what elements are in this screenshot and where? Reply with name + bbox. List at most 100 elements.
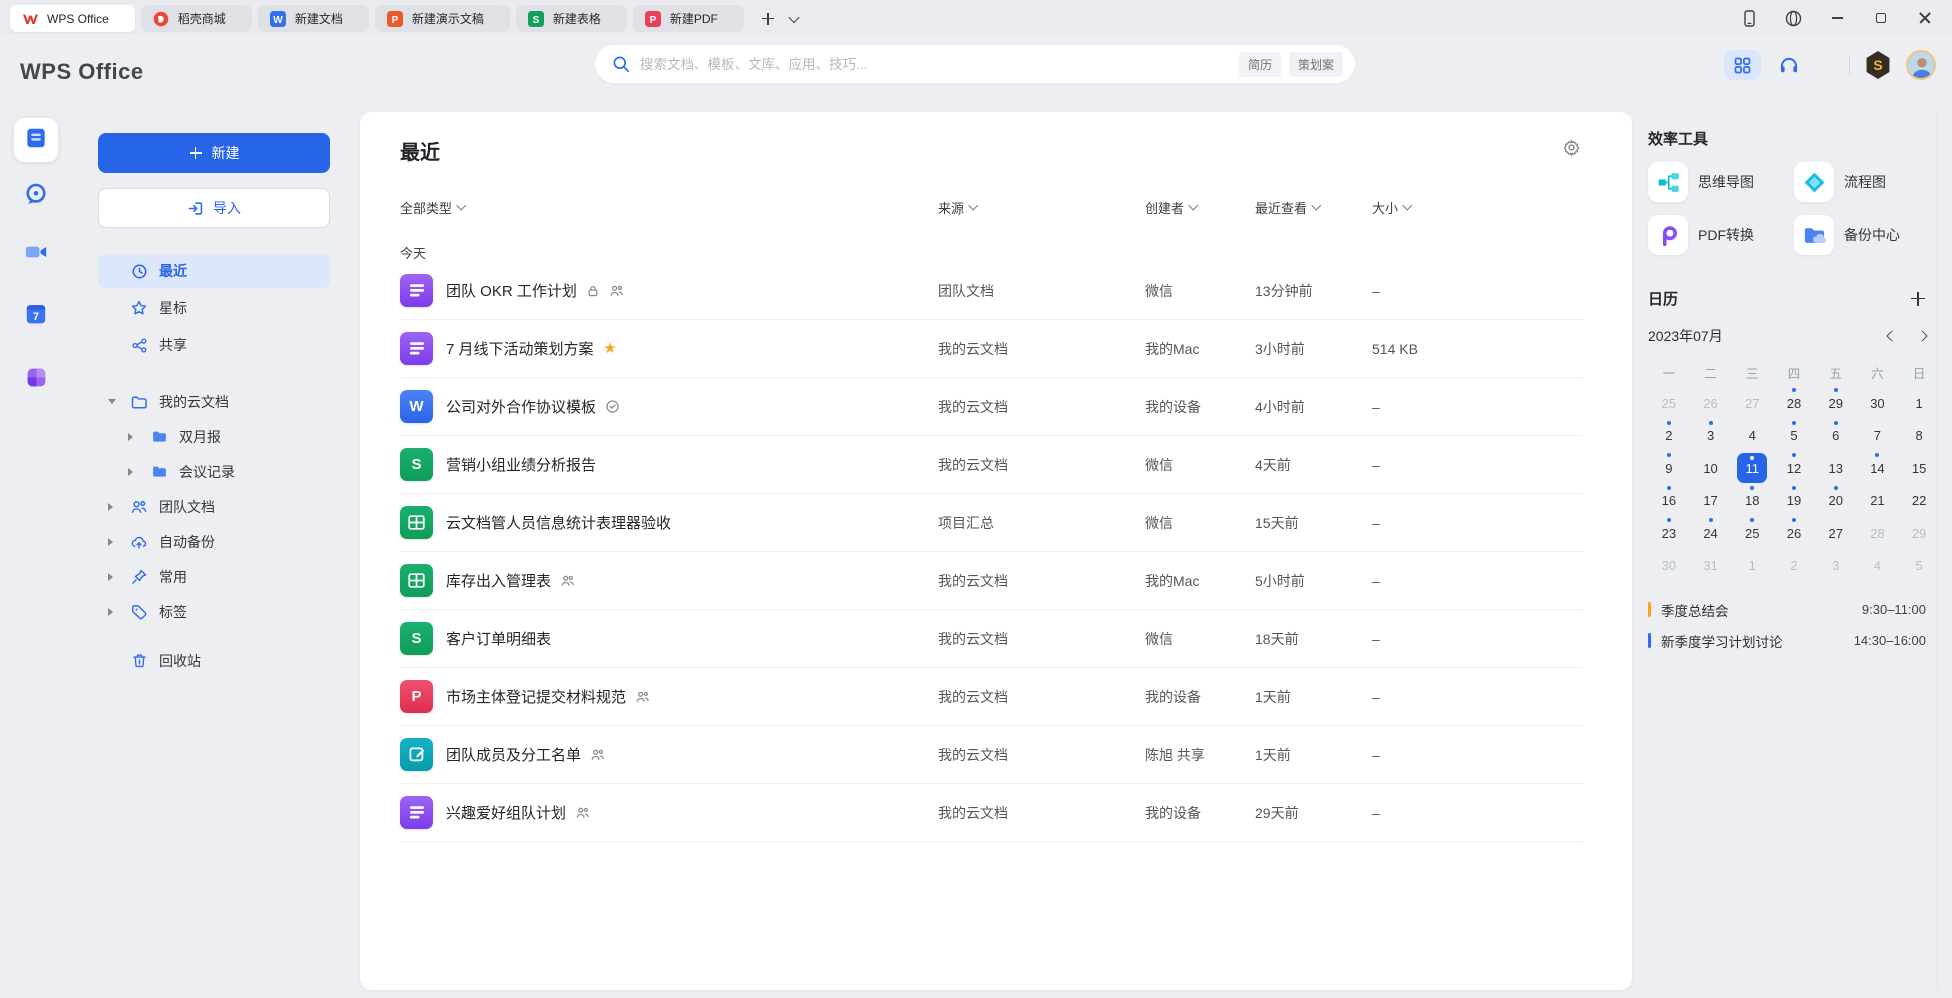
filter-type[interactable]: 全部类型 bbox=[400, 198, 465, 217]
file-row[interactable]: S客户订单明细表我的云文档微信18天前– bbox=[400, 610, 1582, 668]
caret-right-icon[interactable] bbox=[108, 503, 120, 511]
calendar-day[interactable]: 21 bbox=[1857, 485, 1899, 518]
calendar-day[interactable]: 5 bbox=[1898, 550, 1940, 583]
membership-badge[interactable]: S bbox=[1865, 51, 1891, 79]
calendar-day[interactable]: 4 bbox=[1857, 550, 1899, 583]
file-row[interactable]: 云文档管人员信息统计表理器验收项目汇总微信15天前– bbox=[400, 494, 1582, 552]
tree-item-frequent[interactable]: 常用 bbox=[72, 559, 360, 594]
calendar-day[interactable]: 22 bbox=[1898, 485, 1940, 518]
support-headset-button[interactable] bbox=[1776, 52, 1802, 78]
calendar-day[interactable]: 26 bbox=[1773, 517, 1815, 550]
close-button[interactable] bbox=[1916, 9, 1934, 27]
caret-right-icon[interactable] bbox=[108, 608, 120, 616]
calendar-event[interactable]: 季度总结会9:30–11:00 bbox=[1648, 594, 1940, 625]
tree-item-meeting-notes[interactable]: 会议记录 bbox=[72, 454, 360, 489]
calendar-day[interactable]: 3 bbox=[1815, 550, 1857, 583]
filter-creator[interactable]: 创建者 bbox=[1145, 198, 1197, 217]
calendar-prev-month-button[interactable] bbox=[1886, 330, 1897, 341]
settings-gear-button[interactable] bbox=[1562, 138, 1582, 158]
search-input[interactable] bbox=[640, 57, 1231, 72]
calendar-day[interactable]: 6 bbox=[1815, 420, 1857, 453]
calendar-next-month-button[interactable] bbox=[1916, 330, 1927, 341]
calendar-day[interactable]: 29 bbox=[1898, 517, 1940, 550]
file-row[interactable]: 库存出入管理表我的云文档我的Mac5小时前– bbox=[400, 552, 1582, 610]
add-event-button[interactable] bbox=[1910, 291, 1926, 307]
tool-flowchart[interactable]: 流程图 bbox=[1794, 162, 1940, 202]
calendar-day[interactable]: 12 bbox=[1773, 452, 1815, 485]
tab-new-sheet[interactable]: S新建表格 bbox=[516, 5, 627, 32]
tab-wps-office[interactable]: WPS Office bbox=[10, 5, 135, 32]
file-row[interactable]: S营销小组业绩分析报告我的云文档微信4天前– bbox=[400, 436, 1582, 494]
filter-source[interactable]: 来源 bbox=[938, 198, 977, 217]
file-row[interactable]: 兴趣爱好组队计划我的云文档我的设备29天前– bbox=[400, 784, 1582, 842]
caret-right-icon[interactable] bbox=[128, 433, 140, 441]
sidebar-item-recent[interactable]: 最近 bbox=[98, 254, 330, 288]
sidebar-item-shared[interactable]: 共享 bbox=[98, 328, 330, 362]
tree-item-my-cloud-docs[interactable]: 我的云文档 bbox=[72, 384, 360, 419]
calendar-day[interactable]: 1 bbox=[1898, 387, 1940, 420]
calendar-day[interactable]: 10 bbox=[1690, 452, 1732, 485]
calendar-day[interactable]: 28 bbox=[1773, 387, 1815, 420]
user-avatar[interactable] bbox=[1906, 50, 1936, 80]
apps-grid-button[interactable] bbox=[1724, 50, 1761, 80]
tool-pdf-convert[interactable]: PDF转换 bbox=[1648, 215, 1794, 255]
calendar-day[interactable]: 2 bbox=[1773, 550, 1815, 583]
main-menu-button[interactable] bbox=[1817, 52, 1834, 78]
calendar-day[interactable]: 30 bbox=[1857, 387, 1899, 420]
calendar-day[interactable]: 25 bbox=[1648, 387, 1690, 420]
search-bar[interactable]: 简历 策划案 bbox=[595, 45, 1355, 83]
calendar-day[interactable]: 19 bbox=[1773, 485, 1815, 518]
tree-item-auto-backup[interactable]: 自动备份 bbox=[72, 524, 360, 559]
calendar-day[interactable]: 17 bbox=[1690, 485, 1732, 518]
rail-item-chat[interactable] bbox=[14, 174, 58, 218]
maximize-button[interactable] bbox=[1872, 9, 1890, 27]
calendar-day-selected[interactable]: 11 bbox=[1737, 453, 1767, 483]
file-row[interactable]: W公司对外合作协议模板我的云文档我的设备4小时前– bbox=[400, 378, 1582, 436]
rail-item-docs[interactable] bbox=[14, 118, 58, 162]
calendar-day[interactable]: 7 bbox=[1857, 420, 1899, 453]
calendar-day[interactable]: 30 bbox=[1648, 550, 1690, 583]
calendar-day[interactable]: 5 bbox=[1773, 420, 1815, 453]
calendar-day[interactable]: 27 bbox=[1815, 517, 1857, 550]
calendar-day[interactable]: 31 bbox=[1690, 550, 1732, 583]
tool-mindmap[interactable]: 思维导图 bbox=[1648, 162, 1794, 202]
minimize-button[interactable] bbox=[1828, 9, 1846, 27]
file-row[interactable]: 团队 OKR 工作计划团队文档微信13分钟前– bbox=[400, 262, 1582, 320]
calendar-day[interactable]: 13 bbox=[1815, 452, 1857, 485]
tree-item-tags[interactable]: 标签 bbox=[72, 594, 360, 629]
calendar-day[interactable]: 25 bbox=[1731, 517, 1773, 550]
tab-list-dropdown[interactable] bbox=[788, 11, 799, 22]
tab-new-pdf[interactable]: P新建PDF bbox=[633, 5, 744, 32]
calendar-day[interactable]: 9 bbox=[1648, 452, 1690, 485]
rail-item-apps[interactable] bbox=[14, 358, 58, 402]
calendar-day[interactable]: 2 bbox=[1648, 420, 1690, 453]
calendar-day[interactable]: 1 bbox=[1731, 550, 1773, 583]
rail-item-calendar[interactable]: 7 bbox=[14, 294, 58, 338]
import-button[interactable]: 导入 bbox=[98, 188, 330, 228]
mobile-device-icon[interactable] bbox=[1740, 9, 1758, 27]
file-row[interactable]: 团队成员及分工名单我的云文档陈旭 共享1天前– bbox=[400, 726, 1582, 784]
calendar-day[interactable]: 3 bbox=[1690, 420, 1732, 453]
calendar-day[interactable]: 23 bbox=[1648, 517, 1690, 550]
search-suggestion-resume[interactable]: 简历 bbox=[1239, 52, 1281, 77]
calendar-day[interactable]: 8 bbox=[1898, 420, 1940, 453]
tab-docer-mall[interactable]: 稻壳商城 bbox=[141, 5, 252, 32]
calendar-day[interactable]: 15 bbox=[1898, 452, 1940, 485]
filter-viewed[interactable]: 最近查看 bbox=[1255, 198, 1320, 217]
file-row[interactable]: P市场主体登记提交材料规范我的云文档我的设备1天前– bbox=[400, 668, 1582, 726]
calendar-day[interactable]: 28 bbox=[1857, 517, 1899, 550]
filter-size[interactable]: 大小 bbox=[1372, 198, 1411, 217]
tool-backup-center[interactable]: 备份中心 bbox=[1794, 215, 1940, 255]
tab-new-doc[interactable]: W新建文档 bbox=[258, 5, 369, 32]
search-suggestion-plan[interactable]: 策划案 bbox=[1289, 52, 1343, 77]
tree-item-bimonthly-report[interactable]: 双月报 bbox=[72, 419, 360, 454]
new-document-button[interactable]: 新建 bbox=[98, 133, 330, 173]
new-tab-button[interactable] bbox=[760, 11, 776, 27]
calendar-day[interactable]: 20 bbox=[1815, 485, 1857, 518]
workspace-icon[interactable] bbox=[1784, 9, 1802, 27]
calendar-event[interactable]: 新季度学习计划讨论14:30–16:00 bbox=[1648, 625, 1940, 656]
calendar-day[interactable]: 14 bbox=[1857, 452, 1899, 485]
calendar-day[interactable]: 16 bbox=[1648, 485, 1690, 518]
caret-right-icon[interactable] bbox=[108, 573, 120, 581]
file-row[interactable]: 7 月线下活动策划方案★我的云文档我的Mac3小时前514 KB bbox=[400, 320, 1582, 378]
